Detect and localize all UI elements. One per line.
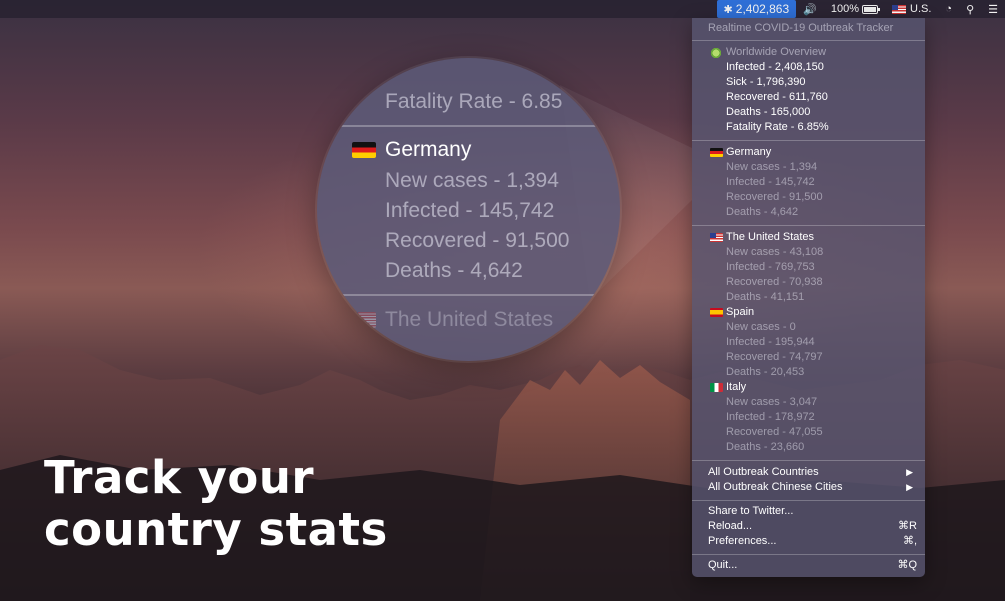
italy-recovered: Recovered - 47,055 — [726, 426, 823, 438]
lens-new-cases: New cases - 1,394 — [385, 169, 559, 192]
us-flag-icon — [892, 4, 906, 14]
menu-item-quit[interactable]: Quit... ⌘Q — [708, 558, 917, 573]
germany-deaths: Deaths - 4,642 — [726, 206, 799, 218]
volume-icon[interactable]: 🔊 — [796, 0, 824, 18]
battery-icon — [862, 4, 880, 14]
spain-deaths: Deaths - 20,453 — [726, 366, 805, 378]
submenu-arrow-icon: ▶ — [906, 467, 913, 477]
menu-separator — [692, 40, 925, 41]
italy-flag-icon — [710, 383, 723, 392]
us-flag-icon — [352, 312, 376, 328]
time-machine-icon[interactable]: ◔ — [938, 0, 959, 18]
us-recovered: Recovered - 70,938 — [726, 276, 823, 288]
covid-tracker-menu: Realtime COVID-19 Outbreak Tracker World… — [692, 18, 925, 577]
country-name-united-states[interactable]: The United States — [726, 230, 917, 245]
spain-flag-icon — [710, 308, 723, 317]
lens-fatality-rate: Fatality Rate - 6.85 — [385, 90, 563, 113]
menu-separator — [692, 225, 925, 226]
menu-item-reload[interactable]: Reload... ⌘R — [708, 519, 917, 534]
input-source[interactable]: U.S. — [885, 0, 938, 18]
covid-tracker-status-item[interactable]: ✱ 2,402,863 — [716, 0, 797, 18]
input-source-label: U.S. — [910, 3, 932, 15]
germany-recovered: Recovered - 91,500 — [726, 191, 823, 203]
germany-new-cases: New cases - 1,394 — [726, 161, 818, 173]
menu-item-all-outbreak-countries[interactable]: All Outbreak Countries ▶ — [708, 465, 917, 480]
lens-deaths: Deaths - 4,642 — [385, 259, 523, 282]
notification-center-icon[interactable]: ☰ — [981, 0, 1005, 18]
lens-infected: Infected - 145,742 — [385, 199, 555, 222]
magnifier-lens: Fatality Rate - 6.85 Germany New cases -… — [317, 58, 620, 361]
germany-flag-icon — [710, 148, 723, 157]
menu-bar: ✱ 2,402,863 🔊 100% U.S. ◔ ⚲ ☰ — [0, 0, 1005, 18]
reload-label: Reload... — [708, 520, 753, 532]
menu-item-all-chinese-cities[interactable]: All Outbreak Chinese Cities ▶ — [708, 480, 917, 495]
battery-status[interactable]: 100% — [824, 0, 885, 18]
preferences-label: Preferences... — [708, 535, 777, 547]
worldwide-title: Worldwide Overview — [726, 46, 827, 58]
menu-header: Realtime COVID-19 Outbreak Tracker — [708, 22, 894, 34]
quit-label: Quit... — [708, 559, 738, 571]
virus-status-icon: ✱ — [723, 3, 733, 16]
battery-percent: 100% — [830, 3, 859, 15]
virus-icon — [710, 47, 722, 59]
worldwide-infected[interactable]: Infected - 2,408,150 — [726, 60, 917, 75]
italy-deaths: Deaths - 23,660 — [726, 441, 805, 453]
status-count: 2,402,863 — [735, 2, 790, 16]
us-deaths: Deaths - 41,151 — [726, 291, 805, 303]
headline-line-2: country stats — [44, 503, 388, 556]
italy-infected: Infected - 178,972 — [726, 411, 815, 423]
italy-new-cases: New cases - 3,047 — [726, 396, 818, 408]
country-name-germany[interactable]: Germany — [726, 145, 917, 160]
worldwide-sick[interactable]: Sick - 1,796,390 — [726, 75, 917, 90]
menu-separator — [692, 554, 925, 555]
lens-separator — [317, 125, 620, 127]
menu-separator — [692, 140, 925, 141]
country-name-spain[interactable]: Spain — [726, 305, 917, 320]
us-infected: Infected - 769,753 — [726, 261, 815, 273]
spain-recovered: Recovered - 74,797 — [726, 351, 823, 363]
germany-flag-icon — [352, 142, 376, 158]
submenu-arrow-icon: ▶ — [906, 482, 913, 492]
menu-item-preferences[interactable]: Preferences... ⌘, — [708, 534, 917, 549]
us-flag-icon — [710, 233, 723, 242]
us-new-cases: New cases - 43,108 — [726, 246, 824, 258]
menu-separator — [692, 500, 925, 501]
germany-infected: Infected - 145,742 — [726, 176, 815, 188]
lens-next-country: The United States — [385, 308, 554, 331]
worldwide-fatality-rate[interactable]: Fatality Rate - 6.85% — [726, 120, 917, 135]
quit-shortcut: ⌘Q — [897, 559, 917, 571]
worldwide-recovered[interactable]: Recovered - 611,760 — [726, 90, 917, 105]
lens-separator — [317, 294, 620, 296]
lens-recovered: Recovered - 91,500 — [385, 229, 570, 252]
all-cities-label: All Outbreak Chinese Cities — [708, 481, 843, 493]
worldwide-deaths[interactable]: Deaths - 165,000 — [726, 105, 917, 120]
all-countries-label: All Outbreak Countries — [708, 466, 819, 478]
spain-infected: Infected - 195,944 — [726, 336, 815, 348]
promo-headline: Track your country stats — [44, 452, 388, 556]
menu-separator — [692, 460, 925, 461]
reload-shortcut: ⌘R — [898, 520, 917, 532]
country-name-italy[interactable]: Italy — [726, 380, 917, 395]
menu-item-share-twitter[interactable]: Share to Twitter... — [708, 504, 917, 519]
lens-country-name: Germany — [385, 138, 472, 161]
spotlight-search-icon[interactable]: ⚲ — [959, 0, 981, 18]
spain-new-cases: New cases - 0 — [726, 321, 796, 333]
headline-line-1: Track your — [44, 451, 315, 504]
preferences-shortcut: ⌘, — [902, 535, 917, 547]
